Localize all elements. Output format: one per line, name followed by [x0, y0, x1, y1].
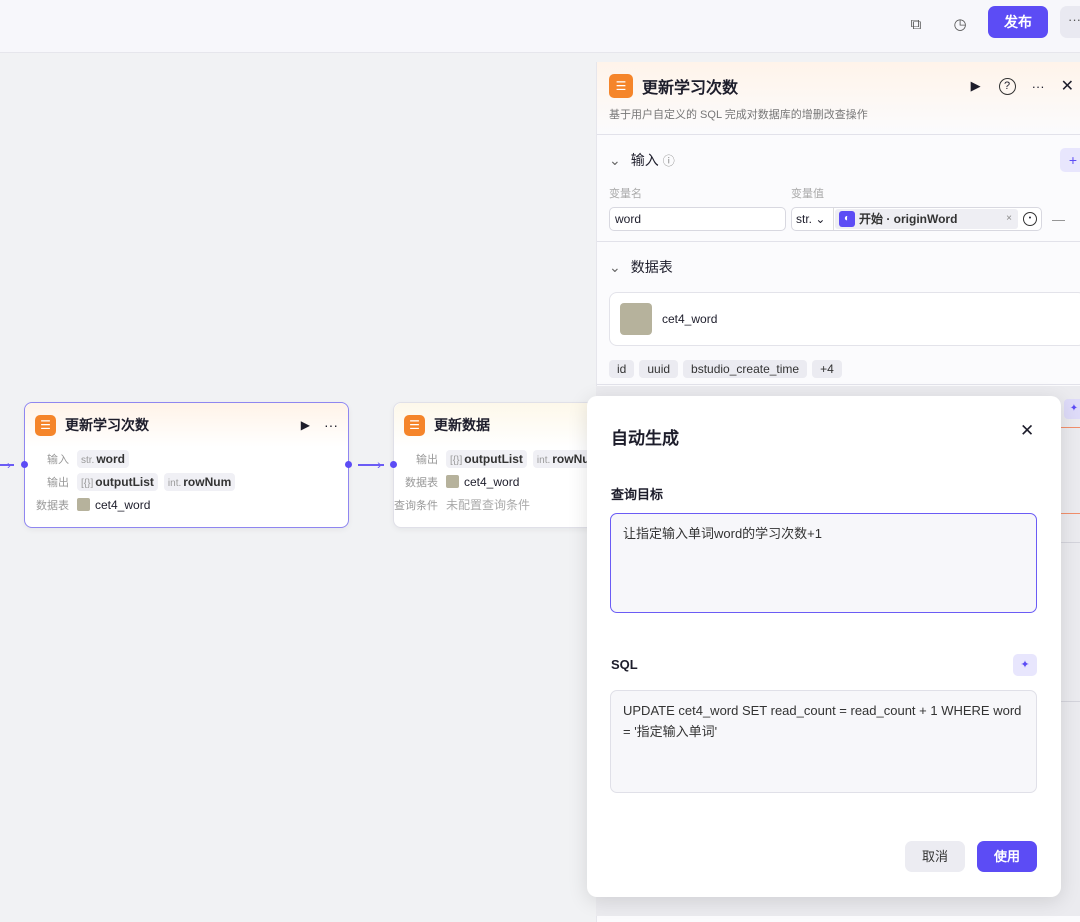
query-textarea[interactable]: 让指定输入单词word的学习次数+1	[610, 513, 1037, 613]
more-button[interactable]: ···	[1060, 6, 1080, 38]
database-icon: ☰	[35, 415, 56, 436]
database-icon: ☰	[404, 415, 425, 436]
var: word	[96, 452, 125, 466]
input-label: 输入	[25, 451, 77, 467]
more-icon[interactable]: ···	[324, 417, 338, 433]
publish-button[interactable]: 发布	[988, 6, 1048, 38]
table-card[interactable]: cet4_word	[609, 292, 1080, 346]
sql-textarea[interactable]: UPDATE cet4_word SET read_count = read_c…	[610, 690, 1037, 793]
run-icon[interactable]: ▶	[301, 418, 310, 432]
remove-input-icon[interactable]: —	[1052, 212, 1065, 227]
start-node-icon: ◐	[839, 211, 855, 227]
target-icon[interactable]: •	[1023, 212, 1037, 226]
clear-icon[interactable]: ×	[1006, 208, 1012, 230]
table-thumbnail-icon	[446, 475, 459, 488]
table-thumbnail-icon	[620, 303, 652, 335]
table-thumbnail-icon	[77, 498, 90, 511]
table-name: cet4_word	[95, 498, 150, 512]
sql-label: SQL	[611, 657, 638, 672]
output-port[interactable]	[345, 461, 352, 468]
history-icon[interactable]: ◷	[949, 14, 971, 36]
arrow-head-icon: ›	[7, 458, 11, 472]
table-label: 数据表	[394, 474, 446, 490]
field-chip: bstudio_create_time	[683, 360, 807, 378]
cancel-button[interactable]: 取消	[905, 841, 965, 872]
copy-icon[interactable]: ⧉	[905, 14, 927, 36]
node-title: 更新数据	[434, 415, 490, 435]
output-label: 输出	[25, 474, 77, 490]
table-name: cet4_word	[662, 312, 717, 326]
var: outputList	[95, 475, 154, 489]
type: [{}]	[81, 478, 93, 489]
chevron-down-icon[interactable]: ⌄	[609, 152, 621, 169]
auto-generate-dialog: 自动生成 ✕ 查询目标 让指定输入单词word的学习次数+1 SQL ✦ UPD…	[587, 396, 1061, 897]
close-icon[interactable]: ✕	[1061, 76, 1074, 96]
panel-title: 更新学习次数	[642, 74, 738, 98]
section-title: 数据表	[631, 257, 673, 277]
panel-description: 基于用户自定义的 SQL 完成对数据库的增删改查操作	[609, 106, 1074, 122]
var-name-input[interactable]: word	[609, 207, 786, 231]
type-value: str.	[796, 212, 812, 226]
type: int.	[168, 478, 181, 489]
output-label: 输出	[394, 451, 446, 467]
type-select[interactable]: str. ⌄	[792, 208, 834, 230]
condition-label: 查询条件	[394, 497, 446, 513]
table-name: cet4_word	[464, 475, 519, 489]
field-chip: id	[609, 360, 634, 378]
sparkle-icon[interactable]: ✦	[1064, 399, 1080, 419]
column-header: 变量名	[609, 185, 791, 203]
var: rowNum	[183, 475, 231, 489]
use-button[interactable]: 使用	[977, 841, 1037, 872]
type: int.	[537, 455, 550, 466]
field-chip: uuid	[639, 360, 678, 378]
info-icon: ⓘ	[663, 152, 675, 169]
table-label: 数据表	[25, 497, 77, 513]
database-icon: ☰	[609, 74, 633, 98]
node-update-study-count[interactable]: ☰ 更新学习次数 ▶ ··· 输入 str.word 输出 [{}]outputList…	[24, 402, 349, 528]
var-reference: 开始 · originWord	[859, 208, 957, 230]
condition-value: 未配置查询条件	[446, 496, 530, 513]
close-icon[interactable]: ✕	[1020, 421, 1034, 441]
var: outputList	[464, 452, 523, 466]
column-header: 变量值	[791, 185, 824, 203]
type: str.	[81, 455, 94, 466]
run-icon[interactable]: ▶	[971, 78, 981, 94]
var: rowNu	[552, 452, 589, 466]
top-bar: ⧉ ◷ 发布 ···	[0, 0, 1080, 53]
more-icon[interactable]: ···	[1032, 79, 1045, 94]
node-update-data[interactable]: ☰ 更新数据 输出 [{}]outputList int.rowNu 数据表 cet4_…	[393, 402, 613, 528]
type: [{}]	[450, 455, 462, 466]
arrow-head-icon: ›	[377, 456, 382, 472]
input-port[interactable]	[21, 461, 28, 468]
help-icon[interactable]: ?	[999, 78, 1016, 95]
node-title: 更新学习次数	[65, 415, 149, 435]
query-label: 查询目标	[611, 484, 663, 503]
add-input-button[interactable]: +	[1060, 148, 1080, 172]
dialog-title: 自动生成	[611, 424, 679, 449]
input-port[interactable]	[390, 461, 397, 468]
field-chip-more[interactable]: +4	[812, 360, 842, 378]
ai-generate-icon[interactable]: ✦	[1013, 654, 1037, 676]
section-title: 输入	[631, 150, 659, 170]
chevron-down-icon[interactable]: ⌄	[609, 259, 621, 276]
